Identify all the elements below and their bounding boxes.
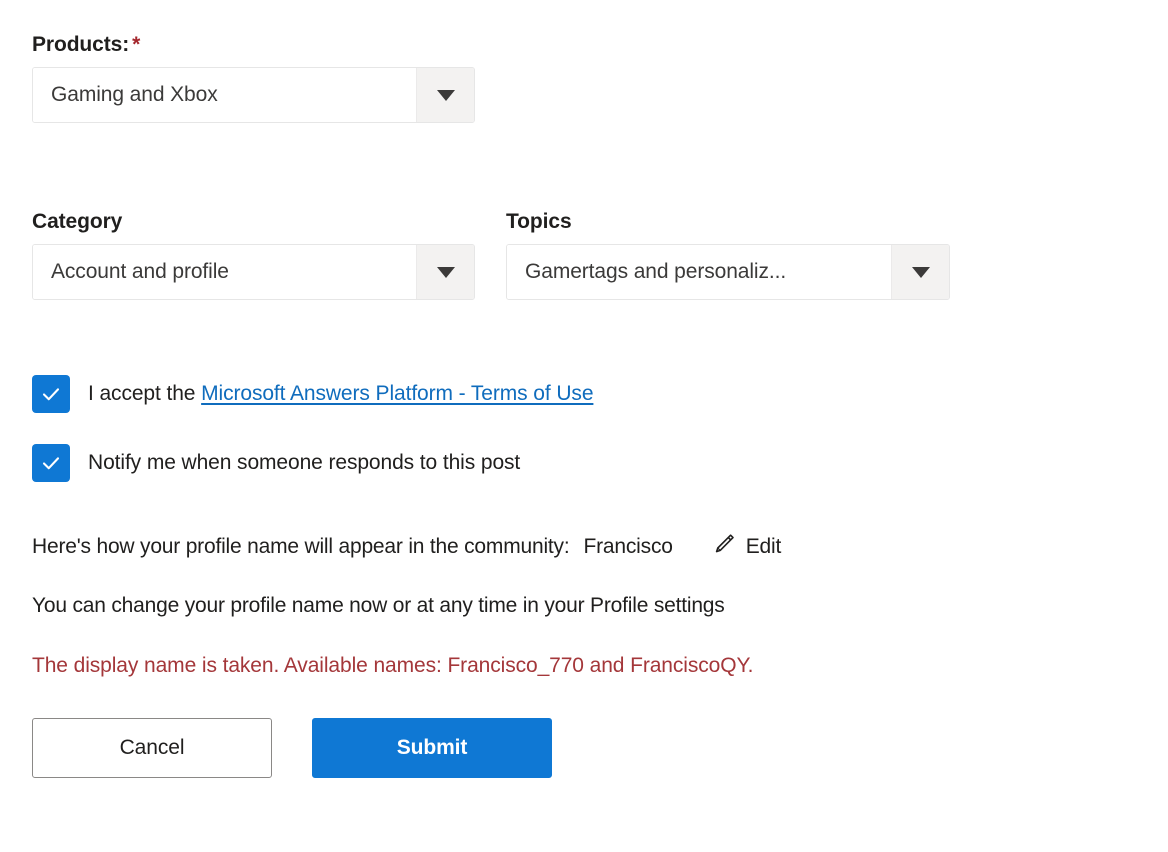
checkmark-icon [40,383,62,405]
topics-field-group: Topics Gamertags and personaliz... [506,209,950,300]
submit-button[interactable]: Submit [312,718,552,778]
accept-terms-checkbox[interactable] [32,375,70,413]
products-selected-value[interactable]: Gaming and Xbox [33,68,416,122]
category-selected-value[interactable]: Account and profile [33,245,416,299]
pencil-icon [711,531,737,563]
products-dropdown[interactable]: Gaming and Xbox [32,67,475,123]
profile-change-note: You can change your profile name now or … [32,594,725,617]
edit-profile-name-button[interactable]: Edit [711,531,781,563]
profile-name-value: Francisco [583,535,673,558]
checkmark-icon [40,452,62,474]
terms-of-use-link[interactable]: Microsoft Answers Platform - Terms of Us… [201,382,593,405]
chevron-down-icon[interactable] [891,245,949,299]
required-asterisk: * [132,33,141,56]
form-actions: Cancel Submit [32,718,552,778]
profile-name-line: Here's how your profile name will appear… [32,531,781,563]
notify-row: Notify me when someone responds to this … [32,444,520,482]
category-field-group: Category Account and profile [32,209,475,300]
products-label: Products: * [32,32,475,58]
topics-selected-value[interactable]: Gamertags and personaliz... [507,245,891,299]
edit-label: Edit [745,535,782,558]
profile-name-prefix: Here's how your profile name will appear… [32,535,570,558]
display-name-error: The display name is taken. Available nam… [32,654,754,677]
notify-label: Notify me when someone responds to this … [88,451,521,474]
category-label: Category [32,210,123,233]
topics-dropdown[interactable]: Gamertags and personaliz... [506,244,950,300]
accept-terms-label: I accept the Microsoft Answers Platform … [88,382,594,406]
accept-terms-row: I accept the Microsoft Answers Platform … [32,375,594,413]
cancel-button[interactable]: Cancel [32,718,272,778]
chevron-down-icon[interactable] [416,68,474,122]
topics-label: Topics [506,210,572,233]
notify-checkbox[interactable] [32,444,70,482]
category-dropdown[interactable]: Account and profile [32,244,475,300]
accept-terms-prefix: I accept the [88,382,196,405]
chevron-down-icon[interactable] [416,245,474,299]
products-label-text: Products: [32,33,130,56]
ask-question-form: Products: * Gaming and Xbox Category Acco… [0,0,1168,852]
products-field-group: Products: * Gaming and Xbox [32,32,475,123]
